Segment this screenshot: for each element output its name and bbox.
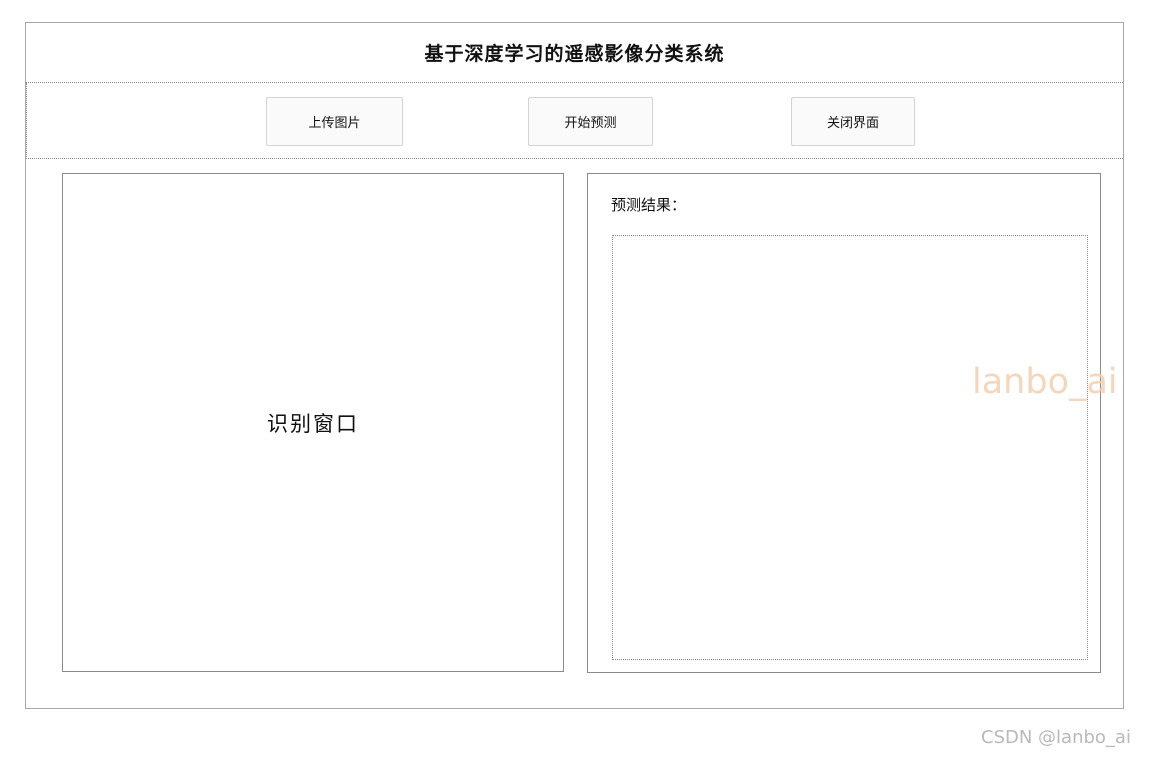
prediction-result-textbox[interactable] bbox=[612, 235, 1088, 660]
title-bar: 基于深度学习的遥感影像分类系统 bbox=[26, 23, 1123, 83]
upload-image-button[interactable]: 上传图片 bbox=[266, 97, 403, 146]
start-prediction-button[interactable]: 开始预测 bbox=[528, 97, 653, 146]
close-window-button[interactable]: 关闭界面 bbox=[791, 97, 915, 146]
image-recognition-panel: 识别窗口 bbox=[62, 173, 564, 672]
prediction-result-label: 预测结果： bbox=[611, 196, 687, 214]
csdn-watermark: CSDN @lanbo_ai bbox=[981, 727, 1131, 748]
toolbar: 上传图片 开始预测 关闭界面 bbox=[26, 83, 1123, 159]
image-placeholder-label: 识别窗口 bbox=[267, 411, 359, 436]
prediction-result-panel: 预测结果： bbox=[587, 173, 1101, 673]
app-window: 基于深度学习的遥感影像分类系统 上传图片 开始预测 关闭界面 识别窗口 预测结果… bbox=[25, 22, 1124, 709]
app-title: 基于深度学习的遥感影像分类系统 bbox=[424, 43, 725, 65]
